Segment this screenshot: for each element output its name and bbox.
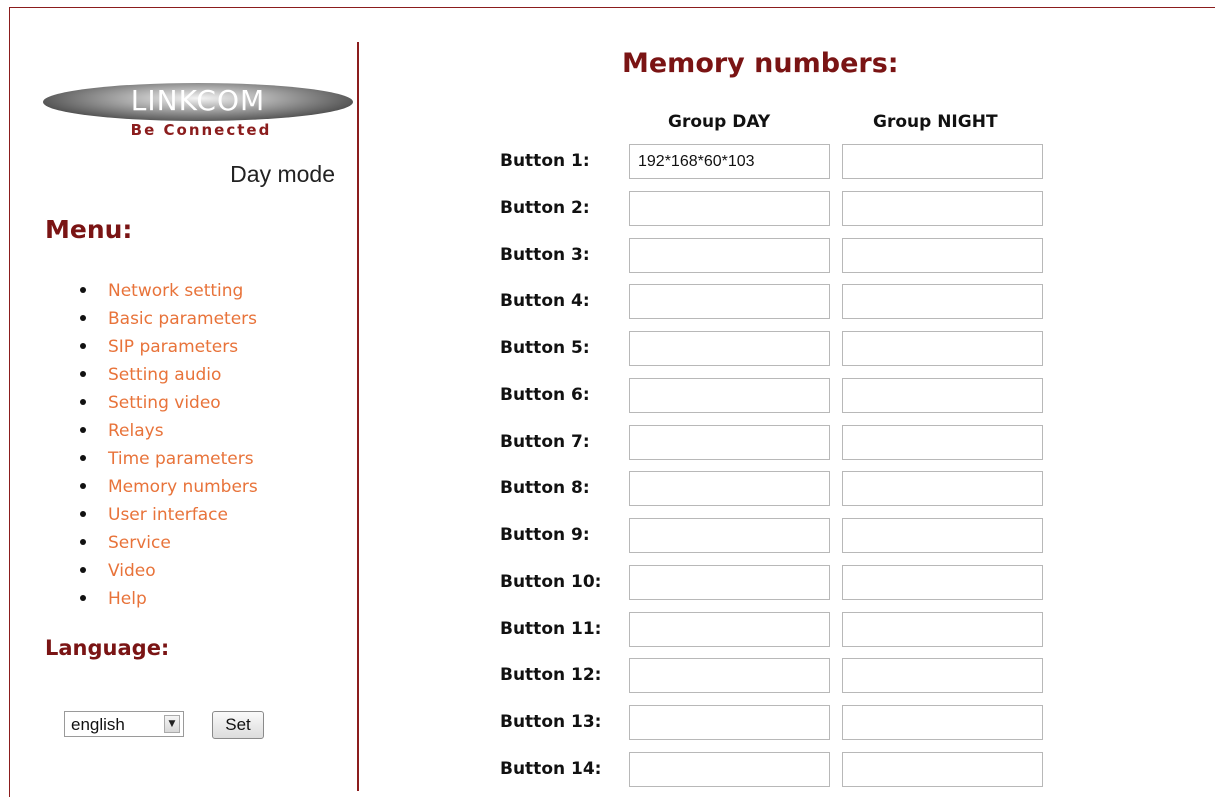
menu-item[interactable]: Relays bbox=[80, 418, 258, 446]
button-row-label: Button 1: bbox=[500, 151, 590, 171]
bullet-icon bbox=[80, 483, 86, 489]
menu-item-label[interactable]: Setting video bbox=[108, 393, 221, 413]
menu-item[interactable]: SIP parameters bbox=[80, 334, 258, 362]
night-number-input[interactable] bbox=[842, 658, 1043, 693]
day-number-input[interactable] bbox=[629, 238, 830, 273]
button-row-label: Button 8: bbox=[500, 478, 590, 498]
bullet-icon bbox=[80, 511, 86, 517]
menu-item-label[interactable]: Relays bbox=[108, 421, 164, 441]
logo-tagline: Be Connected bbox=[130, 121, 272, 139]
day-number-input[interactable] bbox=[629, 144, 830, 179]
bullet-icon bbox=[80, 539, 86, 545]
day-number-input[interactable] bbox=[629, 378, 830, 413]
day-number-input[interactable] bbox=[629, 425, 830, 460]
bullet-icon bbox=[80, 595, 86, 601]
night-number-input[interactable] bbox=[842, 238, 1043, 273]
menu-item[interactable]: Network setting bbox=[80, 278, 258, 306]
button-row-label: Button 6: bbox=[500, 385, 590, 405]
bullet-icon bbox=[80, 399, 86, 405]
button-row-label: Button 14: bbox=[500, 759, 602, 779]
day-number-input[interactable] bbox=[629, 752, 830, 787]
menu-item[interactable]: Setting audio bbox=[80, 362, 258, 390]
menu-item[interactable]: Basic parameters bbox=[80, 306, 258, 334]
menu-item[interactable]: Time parameters bbox=[80, 446, 258, 474]
menu-item-label[interactable]: Memory numbers bbox=[108, 477, 258, 497]
menu-item[interactable]: Setting video bbox=[80, 390, 258, 418]
bullet-icon bbox=[80, 455, 86, 461]
day-number-input[interactable] bbox=[629, 191, 830, 226]
night-number-input[interactable] bbox=[842, 331, 1043, 366]
day-number-input[interactable] bbox=[629, 612, 830, 647]
day-number-input[interactable] bbox=[629, 705, 830, 740]
menu-item-label[interactable]: SIP parameters bbox=[108, 337, 238, 357]
night-number-input[interactable] bbox=[842, 425, 1043, 460]
menu-item[interactable]: Help bbox=[80, 586, 258, 614]
day-number-input[interactable] bbox=[629, 658, 830, 693]
night-number-input[interactable] bbox=[842, 144, 1043, 179]
language-select-value: english bbox=[71, 715, 125, 734]
day-number-input[interactable] bbox=[629, 565, 830, 600]
column-header-night: Group NIGHT bbox=[873, 112, 998, 132]
page-title: Memory numbers: bbox=[622, 48, 899, 79]
bullet-icon bbox=[80, 287, 86, 293]
menu-item-label[interactable]: Time parameters bbox=[108, 449, 254, 469]
menu-item-label[interactable]: Service bbox=[108, 533, 171, 553]
button-row-label: Button 5: bbox=[500, 338, 590, 358]
day-number-input[interactable] bbox=[629, 331, 830, 366]
language-select[interactable]: english ▼ bbox=[64, 711, 184, 737]
menu-item-label[interactable]: Setting audio bbox=[108, 365, 221, 385]
day-number-input[interactable] bbox=[629, 471, 830, 506]
button-row-label: Button 4: bbox=[500, 291, 590, 311]
night-number-input[interactable] bbox=[842, 191, 1043, 226]
night-number-input[interactable] bbox=[842, 612, 1043, 647]
menu-item-label[interactable]: Basic parameters bbox=[108, 309, 257, 329]
bullet-icon bbox=[80, 567, 86, 573]
menu-item[interactable]: User interface bbox=[80, 502, 258, 530]
night-number-input[interactable] bbox=[842, 752, 1043, 787]
mode-label: Day mode bbox=[230, 161, 335, 187]
night-number-input[interactable] bbox=[842, 705, 1043, 740]
night-number-input[interactable] bbox=[842, 518, 1043, 553]
bullet-icon bbox=[80, 343, 86, 349]
night-number-input[interactable] bbox=[842, 284, 1043, 319]
menu-item-label[interactable]: User interface bbox=[108, 505, 228, 525]
menu-item[interactable]: Memory numbers bbox=[80, 474, 258, 502]
menu-item[interactable]: Video bbox=[80, 558, 258, 586]
button-row-label: Button 11: bbox=[500, 619, 602, 639]
night-number-input[interactable] bbox=[842, 565, 1043, 600]
night-number-input[interactable] bbox=[842, 378, 1043, 413]
button-row-label: Button 3: bbox=[500, 245, 590, 265]
linkcom-logo: LINKCOM Be Connected bbox=[43, 83, 355, 145]
button-row-label: Button 7: bbox=[500, 432, 590, 452]
button-row-label: Button 12: bbox=[500, 665, 602, 685]
bullet-icon bbox=[80, 315, 86, 321]
day-number-input[interactable] bbox=[629, 518, 830, 553]
night-number-input[interactable] bbox=[842, 471, 1043, 506]
menu-list: Network setting Basic parameters SIP param… bbox=[80, 278, 258, 614]
menu-item-label[interactable]: Network setting bbox=[108, 281, 243, 301]
logo-name: LINKCOM bbox=[130, 84, 266, 117]
menu-item[interactable]: Service bbox=[80, 530, 258, 558]
menu-title: Menu: bbox=[45, 215, 133, 244]
day-number-input[interactable] bbox=[629, 284, 830, 319]
menu-item-label[interactable]: Help bbox=[108, 589, 147, 609]
bullet-icon bbox=[80, 427, 86, 433]
button-row-label: Button 10: bbox=[500, 572, 602, 592]
chevron-down-icon[interactable]: ▼ bbox=[164, 715, 180, 733]
language-title: Language: bbox=[45, 636, 170, 660]
column-header-day: Group DAY bbox=[668, 112, 771, 132]
button-row-label: Button 9: bbox=[500, 525, 590, 545]
button-row-label: Button 13: bbox=[500, 712, 602, 732]
menu-item-label[interactable]: Video bbox=[108, 561, 156, 581]
set-language-button[interactable]: Set bbox=[212, 711, 264, 739]
column-divider bbox=[357, 42, 359, 791]
bullet-icon bbox=[80, 371, 86, 377]
button-row-label: Button 2: bbox=[500, 198, 590, 218]
